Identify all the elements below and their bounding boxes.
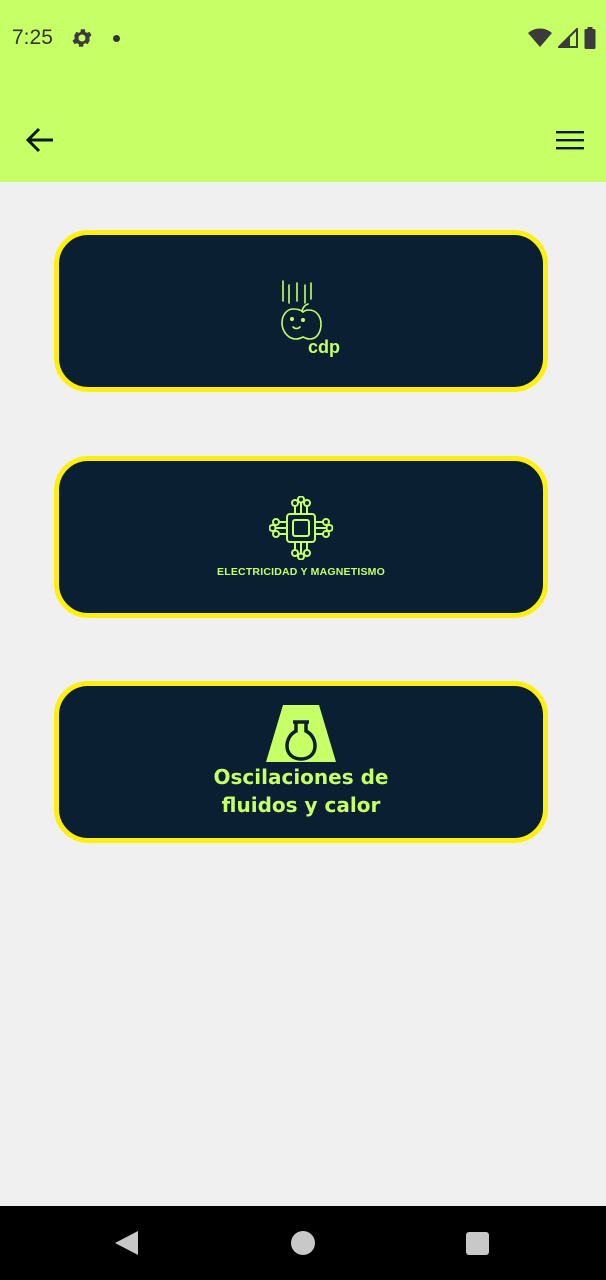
card-label-cdp: cdp bbox=[308, 337, 341, 357]
card-label-line2: fluidos y calor bbox=[221, 793, 381, 817]
settings-icon bbox=[72, 29, 92, 47]
status-time: 7:25 bbox=[12, 26, 53, 49]
hamburger-menu-icon bbox=[556, 131, 584, 150]
nav-recents-button[interactable] bbox=[466, 1232, 489, 1255]
status-icons bbox=[528, 26, 596, 50]
card-label-electricidad: ELECTRICIDAD Y MAGNETISMO bbox=[217, 566, 385, 578]
signal-icon bbox=[558, 28, 578, 48]
app-bar bbox=[0, 78, 606, 182]
course-card-oscilaciones[interactable]: Oscilaciones de fluidos y calor bbox=[54, 681, 548, 843]
nav-home-button[interactable] bbox=[291, 1231, 315, 1255]
card-label-oscilaciones: Oscilaciones de fluidos y calor bbox=[214, 763, 389, 819]
system-nav-bar bbox=[0, 1206, 606, 1280]
notification-dot bbox=[113, 35, 120, 42]
card-label-line1: Oscilaciones de bbox=[213, 765, 389, 789]
arrow-back-icon bbox=[26, 127, 53, 153]
circuit-chip-icon bbox=[269, 496, 333, 560]
back-button[interactable] bbox=[22, 122, 58, 158]
nav-back-button[interactable] bbox=[114, 1230, 140, 1256]
wifi-icon bbox=[528, 28, 552, 47]
course-card-electricidad[interactable]: ELECTRICIDAD Y MAGNETISMO bbox=[54, 456, 548, 618]
menu-button[interactable] bbox=[554, 122, 586, 158]
status-bar: 7:25 bbox=[0, 0, 606, 78]
course-card-cdp[interactable]: cdp bbox=[54, 230, 548, 392]
flask-icon bbox=[266, 705, 336, 762]
battery-icon bbox=[584, 27, 596, 49]
